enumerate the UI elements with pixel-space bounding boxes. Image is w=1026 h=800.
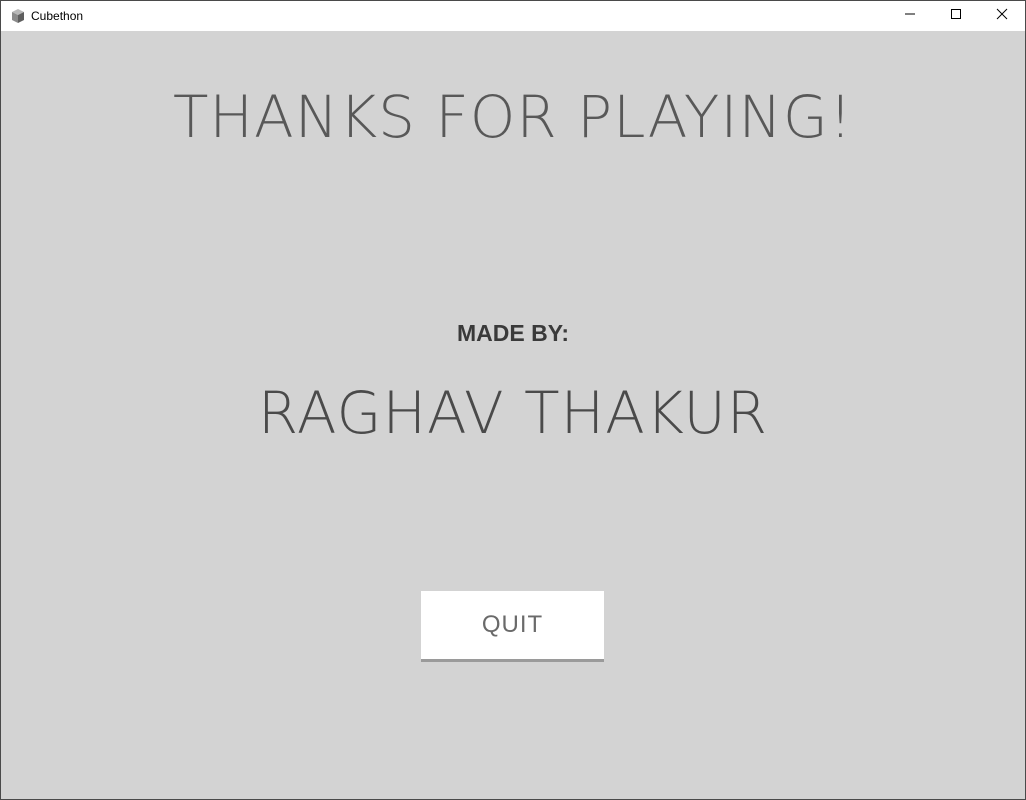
maximize-icon bbox=[950, 7, 962, 25]
close-button[interactable] bbox=[979, 1, 1025, 31]
thanks-heading: THANKS FOR PLAYING! bbox=[172, 83, 854, 151]
quit-button[interactable]: QUIT bbox=[421, 591, 604, 662]
close-icon bbox=[996, 7, 1008, 25]
game-window: Cubethon THANKS FOR PLAYING! MADE BY: RA… bbox=[0, 0, 1026, 800]
minimize-button[interactable] bbox=[887, 1, 933, 31]
window-title: Cubethon bbox=[31, 9, 84, 23]
author-name: RAGHAV THAKUR bbox=[257, 379, 769, 447]
title-bar[interactable]: Cubethon bbox=[1, 1, 1025, 31]
game-screen: THANKS FOR PLAYING! MADE BY: RAGHAV THAK… bbox=[1, 31, 1025, 799]
cube-icon bbox=[10, 8, 26, 24]
maximize-button[interactable] bbox=[933, 1, 979, 31]
made-by-label: MADE BY: bbox=[456, 320, 569, 346]
window-controls bbox=[887, 1, 1025, 31]
minimize-icon bbox=[904, 7, 916, 25]
